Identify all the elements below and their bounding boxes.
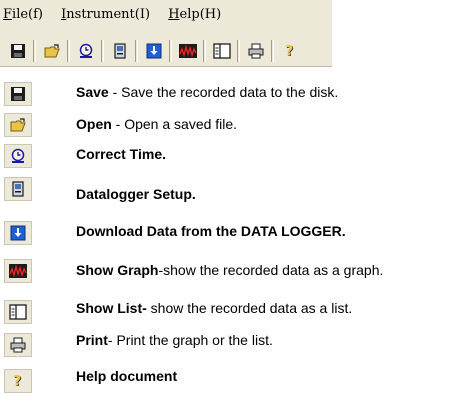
help-icon: ?? (282, 43, 298, 59)
toolbar-separator (271, 40, 274, 62)
legend-item-help-document: ?? Help document (0, 366, 476, 396)
legend-item-show-graph: Show Graph-show the recorded data as a g… (0, 256, 476, 286)
datalogger-setup-icon (4, 177, 32, 201)
legend-item-show-list: Show List- show the recorded data as a l… (0, 296, 476, 326)
clock-icon (78, 43, 94, 59)
legend-text: Correct Time. (76, 146, 166, 162)
legend-title: Download Data from the DATA LOGGER. (76, 223, 346, 239)
legend-title: Datalogger Setup. (76, 186, 196, 202)
legend-item-download-data: Download Data from the DATA LOGGER. (0, 217, 476, 247)
legend-text: Download Data from the DATA LOGGER. (76, 223, 346, 239)
legend-text: Datalogger Setup. (76, 186, 196, 202)
legend-title: Show List- (76, 300, 147, 316)
legend-text: Show Graph-show the recorded data as a g… (76, 262, 383, 278)
toolbar-datalogger-setup-button[interactable] (108, 40, 132, 62)
printer-icon (248, 43, 264, 59)
toolbar-separator (237, 40, 240, 62)
graph-icon (4, 259, 32, 283)
list-icon (4, 300, 32, 324)
legend-title: Help document (76, 368, 178, 384)
menu-file[interactable]: File(f) (3, 7, 43, 22)
legend-item-print: Print- Print the graph or the list. (0, 329, 476, 359)
toolbar-separator (33, 40, 36, 62)
download-arrow-icon (146, 43, 162, 59)
clock-icon (4, 144, 32, 168)
legend-title: Correct Time. (76, 146, 166, 162)
menu-file-mnemonic: F (3, 7, 13, 22)
legend-description: show the recorded data as a list. (146, 300, 353, 316)
menu-list: File(f) Instrument(I) Help(H) (3, 7, 235, 25)
legend-title: Print (76, 332, 108, 348)
legend-text: Save - Save the recorded data to the dis… (76, 84, 338, 100)
legend-text: Show List- show the recorded data as a l… (76, 300, 352, 316)
list-icon (213, 43, 231, 59)
legend-title: Show Graph (76, 262, 159, 278)
download-arrow-icon (4, 221, 32, 245)
menu-instrument[interactable]: Instrument(I) (61, 7, 150, 22)
toolbar-separator (101, 40, 104, 62)
toolbar-download-button[interactable] (142, 40, 166, 62)
datalogger-setup-icon (112, 43, 128, 59)
toolbar-help-button[interactable]: ?? (278, 40, 302, 62)
menu-instrument-label: nstrument(I) (66, 7, 151, 22)
toolbar-show-graph-button[interactable] (176, 40, 200, 62)
menu-help[interactable]: Help(H) (168, 7, 221, 22)
svg-text:?: ? (13, 373, 21, 389)
svg-text:?: ? (285, 43, 293, 59)
printer-icon (4, 333, 32, 357)
legend-description: - Save the recorded data to the disk. (108, 84, 339, 100)
legend-item-save: Save - Save the recorded data to the dis… (0, 78, 476, 108)
open-folder-icon (44, 43, 60, 59)
legend-description: - Print the graph or the list. (107, 332, 273, 348)
legend-title: Open (76, 116, 112, 132)
open-folder-icon (4, 113, 32, 137)
save-icon (4, 82, 32, 106)
legend-text: Print- Print the graph or the list. (76, 332, 273, 348)
save-icon (10, 43, 26, 59)
toolbar-correct-time-button[interactable] (74, 40, 98, 62)
legend-text: Open - Open a saved file. (76, 116, 237, 132)
legend-item-datalogger-setup: Datalogger Setup. (0, 172, 476, 202)
legend-text: Help document (76, 368, 177, 384)
toolbar-print-button[interactable] (244, 40, 268, 62)
menu-help-mnemonic: H (168, 7, 180, 22)
toolbar-separator (135, 40, 138, 62)
toolbar-save-button[interactable] (6, 40, 30, 62)
toolbar-separator (203, 40, 206, 62)
help-icon: ?? (4, 369, 32, 393)
toolbar-separator (67, 40, 70, 62)
menu-bar: File(f) Instrument(I) Help(H) (0, 0, 332, 34)
legend-description: - Open a saved file. (111, 116, 238, 132)
toolbar-show-list-button[interactable] (210, 40, 234, 62)
graph-icon (179, 43, 197, 59)
legend-description: -show the recorded data as a graph. (158, 262, 384, 278)
legend-item-open: Open - Open a saved file. (0, 109, 476, 139)
menu-file-label: ile(f) (12, 7, 43, 22)
legend-item-correct-time: Correct Time. (0, 140, 476, 170)
menu-help-label: elp(H) (179, 7, 222, 22)
legend-title: Save (76, 84, 109, 100)
toolbar-open-button[interactable] (40, 40, 64, 62)
toolbar: ?? (0, 34, 332, 67)
toolbar-separator (169, 40, 172, 62)
